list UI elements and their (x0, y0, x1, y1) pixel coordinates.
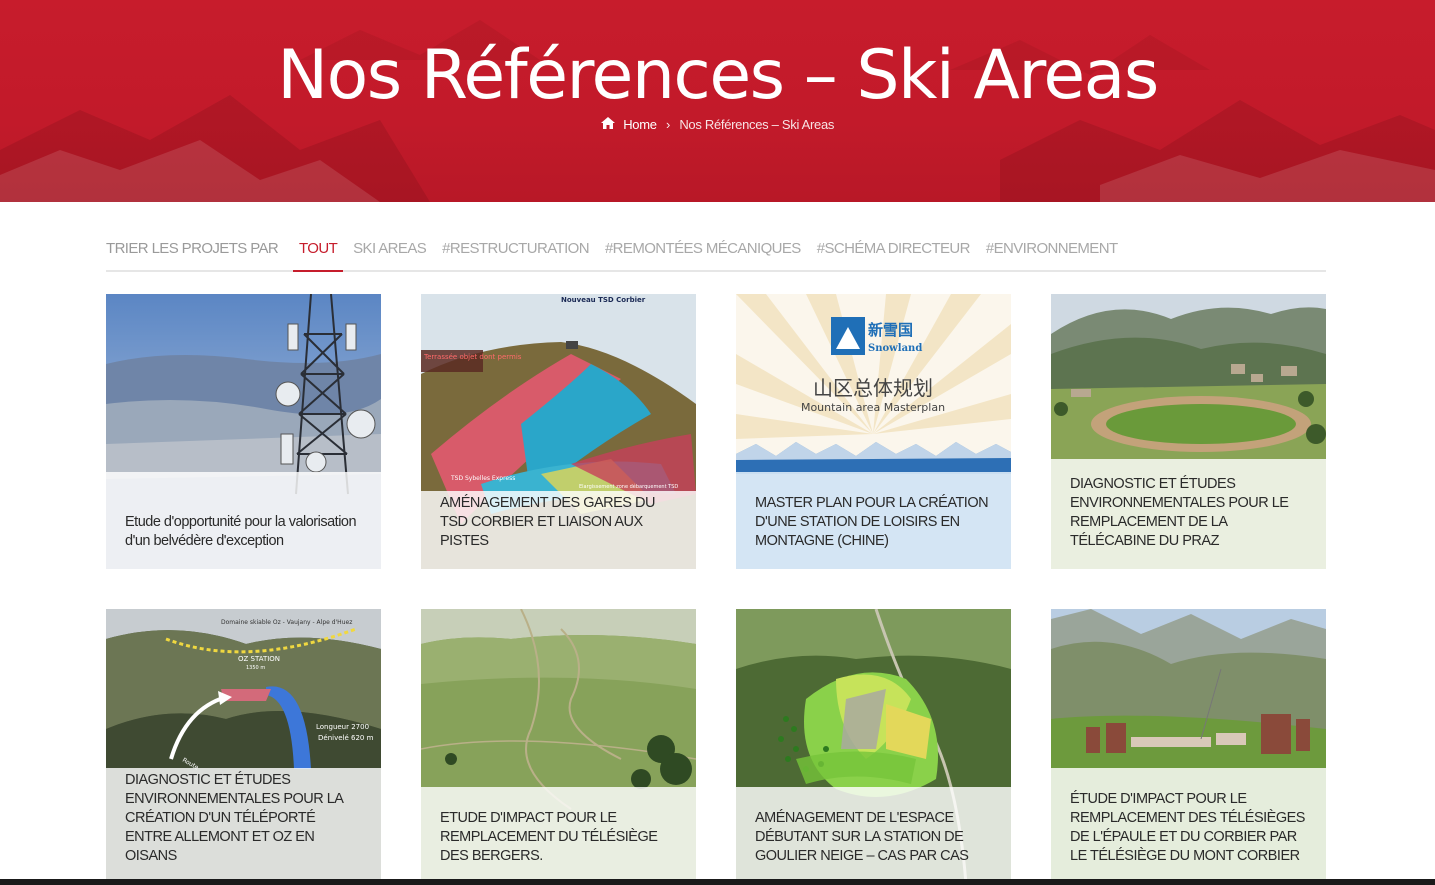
breadcrumb-home-link[interactable]: Home (623, 117, 657, 132)
svg-text:Nouveau TSD Corbier: Nouveau TSD Corbier (561, 296, 646, 304)
project-card[interactable]: Etude d'opportunité pour la valorisation… (106, 294, 381, 569)
filter-tabs: TOUT SKI AREAS #RESTRUCTURATION #REMONTÉ… (293, 232, 1128, 272)
breadcrumb-current: Nos Références – Ski Areas (679, 117, 835, 133)
filter-tab-environnement[interactable]: #ENVIRONNEMENT (980, 232, 1124, 272)
project-card[interactable]: ETUDE D'IMPACT POUR LE REMPLACEMENT DU T… (421, 609, 696, 884)
svg-text:Domaine skiable Oz - Vaujany -: Domaine skiable Oz - Vaujany - Alpe d'Hu… (221, 619, 352, 626)
filter-tab-ski-areas[interactable]: SKI AREAS (347, 232, 432, 272)
project-caption: MASTER PLAN POUR LA CRÉATION D'UNE STATI… (736, 472, 1011, 569)
project-title: ÉTUDE D'IMPACT POUR LE REMPLACEMENT DES … (1070, 791, 1305, 864)
breadcrumb: Home › Nos Références – Ski Areas (0, 116, 1435, 132)
project-filter-bar: TRIER LES PROJETS PAR TOUT SKI AREAS #RE… (106, 232, 1326, 272)
svg-text:OZ STATION: OZ STATION (238, 655, 280, 663)
project-title: MASTER PLAN POUR LA CRÉATION D'UNE STATI… (755, 495, 989, 549)
svg-text:Terrassée objet dont permis: Terrassée objet dont permis (423, 353, 522, 361)
svg-text:Snowland: Snowland (868, 343, 922, 354)
page-title: Nos Références – Ski Areas (277, 36, 1159, 115)
project-caption: ETUDE D'IMPACT POUR LE REMPLACEMENT DU T… (421, 787, 696, 884)
project-title: DIAGNOSTIC ET ÉTUDES ENVIRONNEMENTALES P… (125, 772, 343, 864)
svg-text:Elargissement zone débarquemen: Elargissement zone débarquement TSD (579, 483, 678, 490)
svg-text:1350 m: 1350 m (246, 665, 265, 671)
home-icon[interactable] (600, 117, 620, 132)
project-caption: AMÉNAGEMENT DE L'ESPACE DÉBUTANT SUR LA … (736, 787, 1011, 884)
project-card[interactable]: ÉTUDE D'IMPACT POUR LE REMPLACEMENT DES … (1051, 609, 1326, 884)
svg-text:山区总体规划: 山区总体规划 (813, 376, 933, 400)
project-title: Etude d'opportunité pour la valorisation… (125, 514, 357, 549)
project-title: AMÉNAGEMENT DES GARES DU TSD CORBIER ET … (440, 495, 655, 549)
filter-label: TRIER LES PROJETS PAR (106, 240, 279, 257)
svg-text:Longueur 2700: Longueur 2700 (316, 723, 369, 731)
filter-tab-tout[interactable]: TOUT (293, 232, 344, 272)
project-title: DIAGNOSTIC ET ÉTUDES ENVIRONNEMENTALES P… (1070, 476, 1289, 549)
filter-tab-schema-directeur[interactable]: #SCHÉMA DIRECTEUR (811, 232, 976, 272)
filter-tab-restructuration[interactable]: #RESTRUCTURATION (436, 232, 595, 272)
project-caption: AMÉNAGEMENT DES GARES DU TSD CORBIER ET … (421, 491, 696, 569)
breadcrumb-separator: › (665, 117, 671, 133)
project-caption: ÉTUDE D'IMPACT POUR LE REMPLACEMENT DES … (1051, 768, 1326, 884)
svg-text:新雪国: 新雪国 (868, 321, 913, 339)
project-title: AMÉNAGEMENT DE L'ESPACE DÉBUTANT SUR LA … (755, 810, 969, 864)
project-caption: Etude d'opportunité pour la valorisation… (106, 472, 381, 569)
page-hero: Nos Références – Ski Areas Home › Nos Ré… (0, 0, 1435, 202)
project-card[interactable]: AMÉNAGEMENT DE L'ESPACE DÉBUTANT SUR LA … (736, 609, 1011, 884)
project-title: ETUDE D'IMPACT POUR LE REMPLACEMENT DU T… (440, 810, 658, 864)
svg-text:Dénivelé 620 m: Dénivelé 620 m (318, 734, 374, 742)
footer-edge (0, 879, 1435, 885)
filter-tab-remontees-mecaniques[interactable]: #REMONTÉES MÉCANIQUES (599, 232, 807, 272)
svg-text:TSD Sybelles Express: TSD Sybelles Express (450, 475, 515, 482)
project-card[interactable]: DIAGNOSTIC ET ÉTUDES ENVIRONNEMENTALES P… (1051, 294, 1326, 569)
project-caption: DIAGNOSTIC ET ÉTUDES ENVIRONNEMENTALES P… (106, 768, 381, 884)
project-card[interactable]: Terrassée objet dont permis Nouveau TSD … (421, 294, 696, 569)
project-card[interactable]: OZ STATION 1350 m Domaine skiable Oz - V… (106, 609, 381, 884)
project-caption: DIAGNOSTIC ET ÉTUDES ENVIRONNEMENTALES P… (1051, 459, 1326, 569)
svg-text:Mountain area Masterplan: Mountain area Masterplan (801, 401, 945, 414)
project-card[interactable]: 新雪国 Snowland 山区总体规划 Mountain area Master… (736, 294, 1011, 569)
